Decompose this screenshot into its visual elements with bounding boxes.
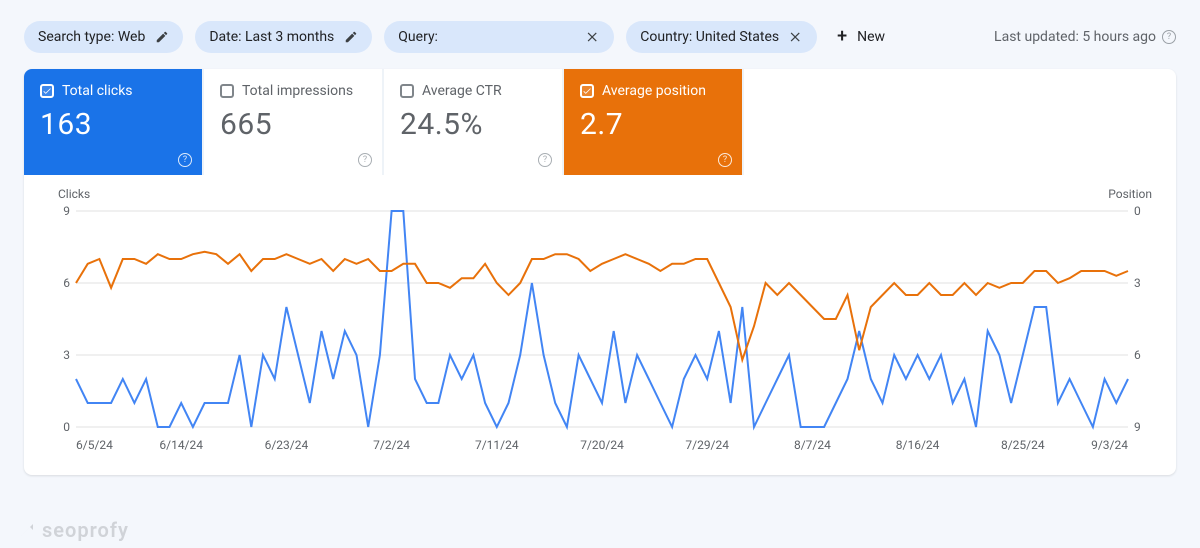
- svg-text:6/5/24: 6/5/24: [76, 438, 113, 452]
- svg-text:3: 3: [1134, 276, 1141, 290]
- help-icon[interactable]: ?: [1162, 30, 1176, 44]
- help-icon[interactable]: ?: [538, 153, 552, 167]
- svg-text:6/23/24: 6/23/24: [265, 438, 309, 452]
- help-icon[interactable]: ?: [718, 153, 732, 167]
- filter-chip-query[interactable]: Query:: [384, 21, 614, 53]
- chip-label: Country: United States: [640, 29, 779, 45]
- chart-area: Clicks Position 0 3 6 9 0 3 6 9 6/5/24 6/14/24 6/2…: [24, 175, 1176, 475]
- svg-text:7/20/24: 7/20/24: [580, 438, 624, 452]
- metric-value: 665: [220, 107, 366, 142]
- metric-label: Total impressions: [242, 83, 353, 99]
- checkbox-icon: [40, 84, 54, 98]
- svg-text:8/16/24: 8/16/24: [896, 438, 940, 452]
- checkbox-icon: [400, 84, 414, 98]
- new-label: New: [857, 29, 885, 45]
- last-updated: Last updated: 5 hours ago ?: [994, 29, 1176, 45]
- line-chart: 0 3 6 9 0 3 6 9 6/5/24 6/14/24 6/23/24 7/2/24 7/11/2…: [58, 205, 1152, 455]
- metric-total-impressions[interactable]: Total impressions 665 ?: [204, 69, 384, 175]
- svg-text:9/3/24: 9/3/24: [1091, 438, 1128, 452]
- plus-icon: +: [837, 26, 847, 47]
- checkbox-icon: [580, 84, 594, 98]
- metric-value: 24.5%: [400, 107, 546, 142]
- filter-chip-country[interactable]: Country: United States: [626, 21, 817, 53]
- svg-text:6: 6: [1134, 348, 1141, 362]
- svg-text:7/29/24: 7/29/24: [685, 438, 729, 452]
- chip-label: Date: Last 3 months: [209, 29, 334, 45]
- svg-text:8/7/24: 8/7/24: [794, 438, 831, 452]
- filter-chip-search-type[interactable]: Search type: Web: [24, 21, 183, 53]
- y-axis-left-label: Clicks: [58, 187, 90, 201]
- checkbox-icon: [220, 84, 234, 98]
- svg-text:0: 0: [63, 420, 70, 434]
- svg-text:0: 0: [1134, 205, 1141, 218]
- filter-bar: Search type: Web Date: Last 3 months Que…: [0, 0, 1200, 69]
- close-icon[interactable]: [586, 30, 600, 44]
- svg-text:9: 9: [63, 205, 70, 218]
- svg-text:7/11/24: 7/11/24: [475, 438, 519, 452]
- svg-text:8/25/24: 8/25/24: [1001, 438, 1045, 452]
- watermark: seoprofy: [18, 518, 129, 542]
- metric-label: Average CTR: [422, 83, 502, 99]
- help-icon[interactable]: ?: [358, 153, 372, 167]
- metric-average-position[interactable]: Average position 2.7 ?: [564, 69, 744, 175]
- metric-row: Total clicks 163 ? Total impressions 665…: [24, 69, 1176, 175]
- chip-label: Search type: Web: [38, 29, 145, 45]
- svg-text:9: 9: [1134, 420, 1141, 434]
- close-icon[interactable]: [789, 30, 803, 44]
- y-axis-right-label: Position: [1108, 187, 1152, 201]
- pencil-icon[interactable]: [344, 30, 358, 44]
- chip-label: Query:: [398, 29, 438, 45]
- metric-total-clicks[interactable]: Total clicks 163 ?: [24, 69, 204, 175]
- svg-text:6/14/24: 6/14/24: [159, 438, 203, 452]
- metric-label: Total clicks: [62, 83, 133, 99]
- new-filter-button[interactable]: + New: [829, 18, 893, 55]
- metric-average-ctr[interactable]: Average CTR 24.5% ?: [384, 69, 564, 175]
- filter-chip-date[interactable]: Date: Last 3 months: [195, 21, 372, 53]
- help-icon[interactable]: ?: [178, 153, 192, 167]
- pencil-icon[interactable]: [155, 30, 169, 44]
- metric-value: 2.7: [580, 107, 726, 142]
- svg-text:6: 6: [63, 276, 70, 290]
- performance-card: Total clicks 163 ? Total impressions 665…: [24, 69, 1176, 475]
- metric-label: Average position: [602, 83, 706, 99]
- svg-text:3: 3: [63, 348, 70, 362]
- metric-value: 163: [40, 107, 186, 142]
- svg-text:7/2/24: 7/2/24: [373, 438, 410, 452]
